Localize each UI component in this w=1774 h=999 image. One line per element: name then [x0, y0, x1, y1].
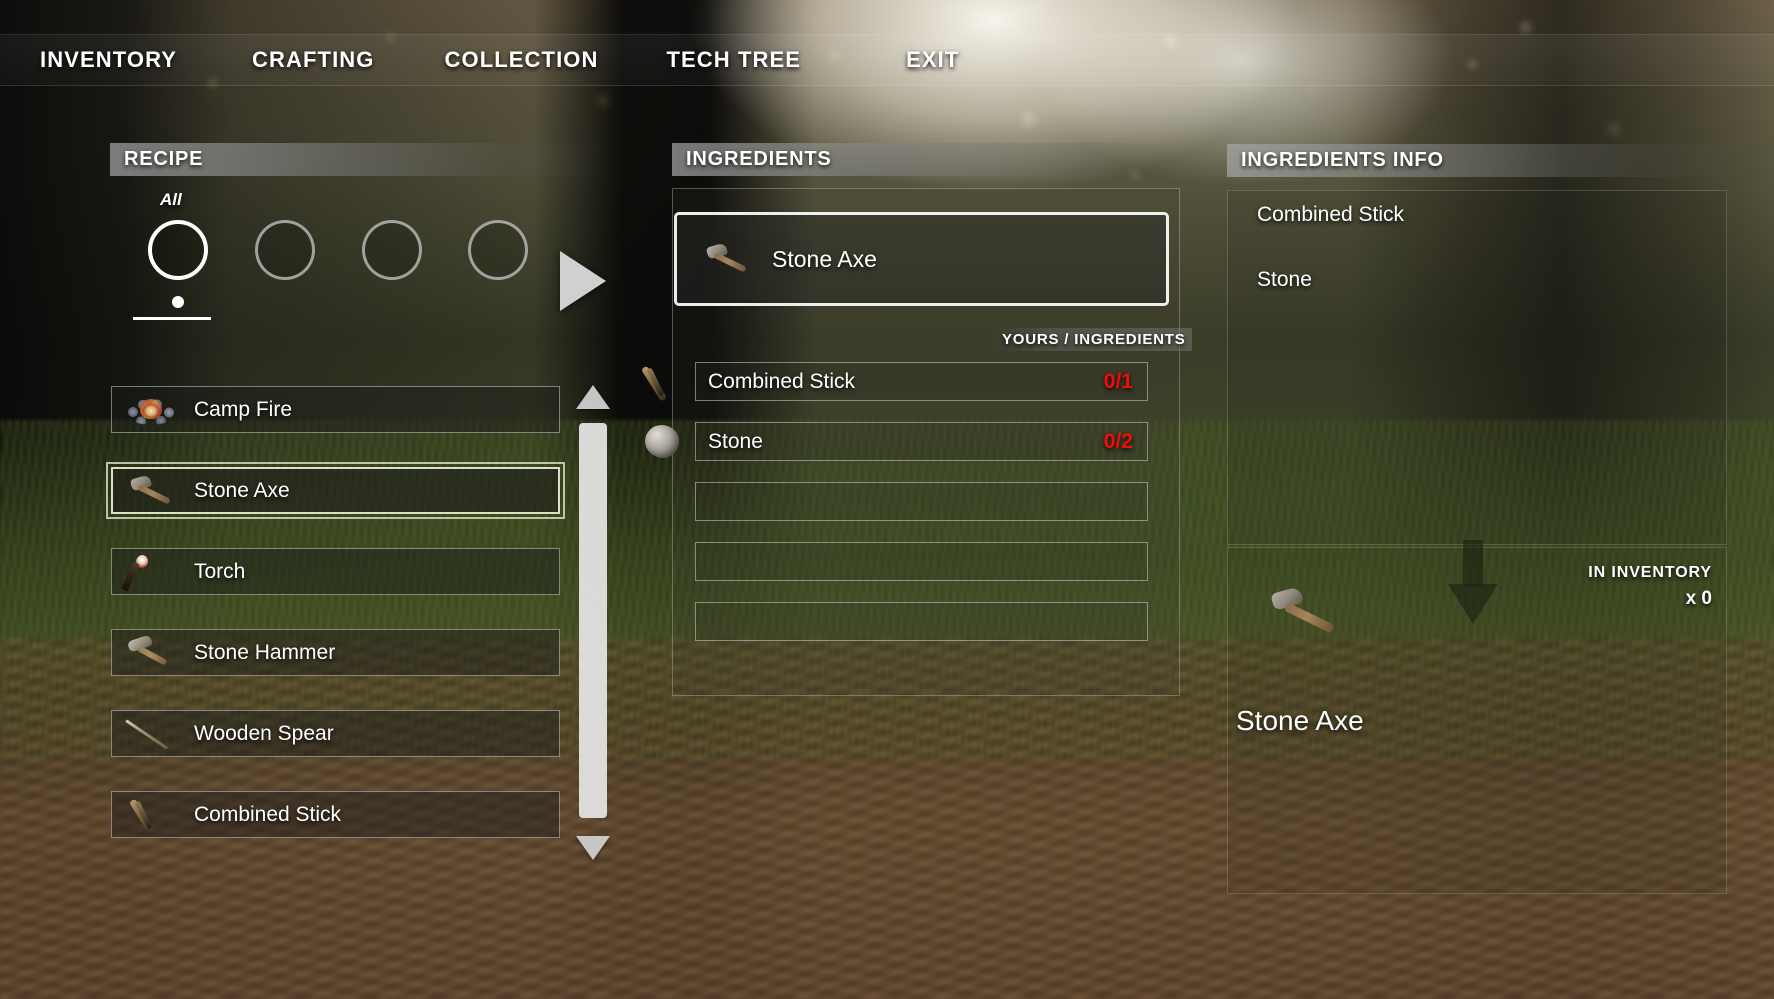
recipe-filter-group: All — [110, 190, 610, 320]
info-item-stone[interactable]: Stone — [1257, 268, 1312, 292]
ingredient-row-empty[interactable] — [695, 482, 1148, 521]
recipe-item-wooden-spear[interactable]: Wooden Spear — [111, 710, 560, 757]
ingredient-row-stone[interactable]: Stone 0/2 — [695, 422, 1148, 461]
in-inventory-label: IN INVENTORY — [1572, 564, 1712, 582]
craft-result-label: Stone Axe — [772, 246, 877, 273]
recipe-item-label: Torch — [194, 560, 245, 584]
top-navigation-bar: INVENTORY CRAFTING COLLECTION TECH TREE … — [0, 34, 1774, 86]
stone-axe-icon — [697, 236, 759, 282]
recipe-panel-title: RECIPE — [124, 148, 203, 171]
filter-selected-dot — [172, 296, 184, 308]
recipe-list-scrollbar[interactable] — [576, 385, 610, 860]
filter-all-label: All — [160, 190, 182, 210]
play-triangle-right-icon[interactable] — [560, 251, 606, 311]
filter-circle-4[interactable] — [468, 220, 528, 280]
yours-ingredients-column-header: YOURS / INGREDIENTS — [990, 328, 1192, 351]
ingredient-row-empty[interactable] — [695, 542, 1148, 581]
nav-tech-tree[interactable]: TECH TREE — [667, 47, 802, 73]
ingredients-info-panel-header: INGREDIENTS INFO — [1227, 144, 1754, 177]
filter-selected-underline — [133, 317, 211, 320]
recipe-item-label: Camp Fire — [194, 398, 292, 422]
recipe-item-stone-axe[interactable]: Stone Axe — [111, 467, 560, 514]
recipe-list: Camp Fire Stone Axe Torch Stone Hammer W… — [111, 386, 560, 872]
nav-exit[interactable]: EXIT — [906, 47, 959, 73]
recipe-item-label: Stone Hammer — [194, 641, 335, 665]
filter-circle-all[interactable] — [148, 220, 208, 280]
stone-axe-icon — [121, 468, 183, 514]
stone-axe-icon — [1258, 578, 1354, 650]
recipe-item-camp-fire[interactable]: Camp Fire — [111, 386, 560, 433]
filter-circle-3[interactable] — [362, 220, 422, 280]
nav-collection[interactable]: COLLECTION — [445, 47, 599, 73]
ingredient-count: 0/1 — [1104, 370, 1133, 394]
recipe-item-combined-stick[interactable]: Combined Stick — [111, 791, 560, 838]
wooden-spear-icon — [120, 711, 182, 757]
torch-icon — [120, 549, 182, 595]
craft-result-slot[interactable]: Stone Axe — [674, 212, 1169, 306]
stone-icon — [632, 419, 692, 465]
recipe-item-torch[interactable]: Torch — [111, 548, 560, 595]
stone-hammer-icon — [120, 630, 182, 676]
ingredient-row-empty[interactable] — [695, 602, 1148, 641]
preview-item-name: Stone Axe — [1236, 705, 1364, 737]
ingredient-label: Stone — [708, 430, 763, 454]
ingredients-list: Combined Stick 0/1 Stone 0/2 — [695, 362, 1148, 662]
scrollbar-thumb[interactable] — [579, 423, 607, 818]
ingredient-label: Combined Stick — [708, 370, 855, 394]
recipe-item-label: Stone Axe — [194, 479, 290, 503]
info-item-combined-stick[interactable]: Combined Stick — [1257, 203, 1404, 227]
nav-crafting[interactable]: CRAFTING — [252, 47, 374, 73]
ingredients-info-panel-title: INGREDIENTS INFO — [1241, 149, 1444, 172]
ingredients-info-frame — [1227, 190, 1727, 545]
camp-fire-icon — [120, 387, 182, 433]
ingredient-row-combined-stick[interactable]: Combined Stick 0/1 — [695, 362, 1148, 401]
ingredient-count: 0/2 — [1104, 430, 1133, 454]
filter-circle-2[interactable] — [255, 220, 315, 280]
recipe-item-stone-hammer[interactable]: Stone Hammer — [111, 629, 560, 676]
in-inventory-count: x 0 — [1572, 588, 1712, 610]
arrow-down-icon — [1448, 540, 1498, 626]
ingredients-panel-header: INGREDIENTS — [672, 143, 1180, 176]
triangle-up-icon[interactable] — [576, 385, 610, 409]
game-crafting-screen: INVENTORY CRAFTING COLLECTION TECH TREE … — [0, 0, 1774, 999]
combined-stick-icon — [632, 359, 692, 405]
recipe-item-label: Wooden Spear — [194, 722, 334, 746]
ingredients-panel-title: INGREDIENTS — [686, 148, 831, 171]
recipe-panel-header: RECIPE — [110, 143, 607, 176]
recipe-item-label: Combined Stick — [194, 803, 341, 827]
nav-inventory[interactable]: INVENTORY — [40, 47, 177, 73]
combined-stick-icon — [120, 792, 182, 838]
triangle-down-icon[interactable] — [576, 836, 610, 860]
